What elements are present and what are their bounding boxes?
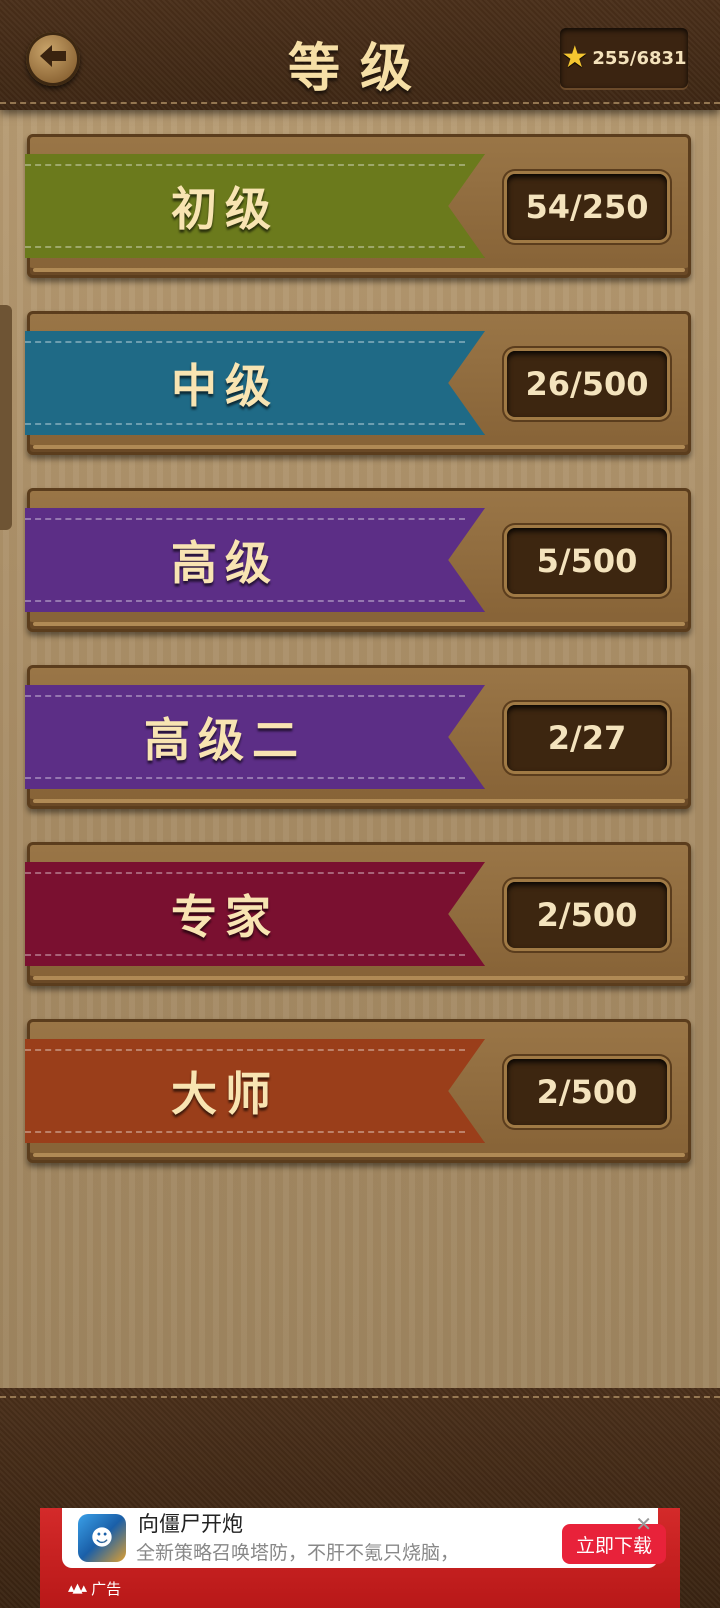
level-panel-advanced-two[interactable]: 高级二 2/27 bbox=[25, 665, 691, 809]
side-tab bbox=[0, 305, 12, 530]
ad-app-icon: ☻ bbox=[78, 1514, 126, 1562]
level-panel-advanced[interactable]: 高级 5/500 bbox=[25, 488, 691, 632]
ad-description: 全新策略召唤塔防，不肝不氪只烧脑，快来... bbox=[136, 1542, 456, 1564]
level-panel-master[interactable]: 大师 2/500 bbox=[25, 1019, 691, 1163]
level-panel-expert[interactable]: 专家 2/500 bbox=[25, 842, 691, 986]
footer-stitch bbox=[0, 1396, 720, 1398]
ad-banner[interactable]: ☻ 向僵尸开炮 全新策略召唤塔防，不肝不氪只烧脑，快来... 立即下载 ✕ ▴▲… bbox=[40, 1508, 680, 1608]
ad-title: 向僵尸开炮 bbox=[138, 1512, 243, 1536]
level-ribbon: 大师 bbox=[25, 1039, 485, 1143]
ad-tag-label: 广告 bbox=[91, 1580, 122, 1598]
level-ribbon: 专家 bbox=[25, 862, 485, 966]
level-label: 专家 bbox=[171, 890, 279, 944]
level-panel-intermediate[interactable]: 中级 26/500 bbox=[25, 311, 691, 455]
level-progress: 2/500 bbox=[507, 882, 667, 948]
star-counter: ★ 255/6831 bbox=[560, 28, 688, 88]
ad-logo-icon: ▴▲▴ bbox=[68, 1581, 87, 1596]
level-progress: 2/500 bbox=[507, 1059, 667, 1125]
level-progress: 5/500 bbox=[507, 528, 667, 594]
level-progress: 26/500 bbox=[507, 351, 667, 417]
level-label: 大师 bbox=[171, 1067, 279, 1121]
header-bar: 等级 ★ 255/6831 bbox=[0, 0, 720, 110]
level-ribbon: 初级 bbox=[25, 154, 485, 258]
level-ribbon: 高级 bbox=[25, 508, 485, 612]
level-progress: 54/250 bbox=[507, 174, 667, 240]
header-stitch bbox=[0, 102, 720, 104]
level-label: 高级 bbox=[171, 536, 279, 590]
level-ribbon: 高级二 bbox=[25, 685, 485, 789]
level-label: 中级 bbox=[171, 359, 279, 413]
level-label: 初级 bbox=[171, 182, 279, 236]
level-label: 高级二 bbox=[144, 713, 306, 767]
level-panel-beginner[interactable]: 初级 54/250 bbox=[25, 134, 691, 278]
star-count: 255/6831 bbox=[592, 47, 687, 69]
star-icon: ★ bbox=[561, 40, 589, 75]
ad-tag: ▴▲▴ 广告 bbox=[68, 1578, 121, 1599]
level-progress: 2/27 bbox=[507, 705, 667, 771]
close-icon[interactable]: ✕ bbox=[635, 1512, 652, 1536]
ad-card[interactable]: ☻ 向僵尸开炮 全新策略召唤塔防，不肝不氪只烧脑，快来... 立即下载 ✕ bbox=[62, 1508, 666, 1568]
level-ribbon: 中级 bbox=[25, 331, 485, 435]
